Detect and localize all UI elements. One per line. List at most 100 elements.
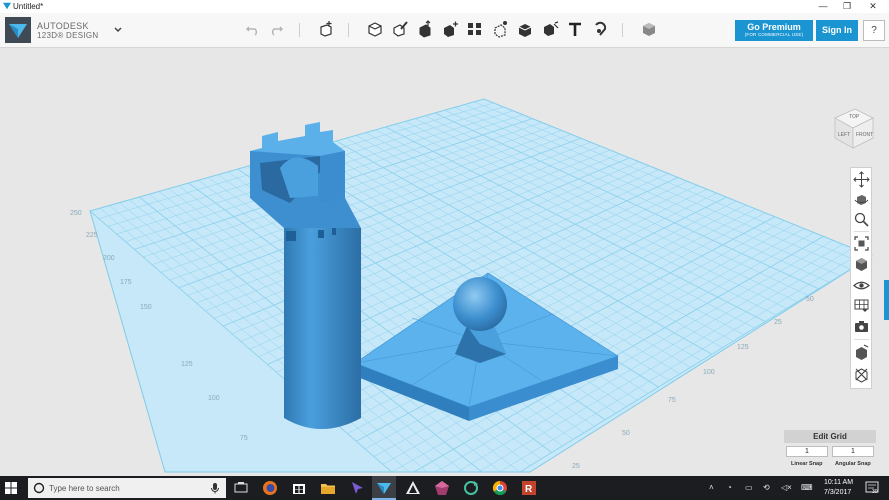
redo-button[interactable] [266, 19, 286, 41]
brand-name: AUTODESK [37, 21, 89, 31]
view-cube[interactable]: TOP LEFT FRONT [831, 106, 877, 152]
volume-icon[interactable]: ◁× [781, 483, 792, 492]
axis-label: 25 [774, 319, 782, 326]
gem-app-icon[interactable] [434, 480, 450, 496]
keyboard-icon[interactable]: ⌨ [801, 483, 813, 492]
undo-button[interactable] [243, 19, 263, 41]
edit-grid-panel: Edit Grid 1 1 Linear Snap Angular Snap [784, 430, 876, 472]
axis-label: 25 [572, 463, 580, 470]
visibility-button[interactable] [853, 277, 870, 294]
construct-button[interactable] [415, 19, 435, 41]
viewport-canvas[interactable]: 250 225 200 175 150 125 100 75 25 50 75 … [0, 48, 889, 476]
fit-icon [854, 236, 869, 251]
axis-label: 50 [622, 430, 630, 437]
firefox-icon[interactable] [262, 480, 278, 496]
modify-button[interactable] [440, 19, 460, 41]
settings-button[interactable] [853, 366, 870, 383]
cube-icon [368, 22, 382, 37]
measure-icon [544, 21, 559, 36]
nav-separator [854, 231, 869, 232]
clock-date[interactable]: 7/3/2017 [824, 489, 851, 496]
viewcube-top-label[interactable]: TOP [849, 114, 860, 120]
axis-label: 75 [668, 397, 676, 404]
axis-label: 125 [737, 344, 749, 351]
material-cube-icon [643, 23, 655, 36]
edit-grid-button[interactable]: Edit Grid [784, 430, 876, 443]
pattern-button[interactable] [465, 19, 485, 41]
store-icon[interactable] [291, 480, 307, 496]
sketch-button[interactable] [390, 19, 410, 41]
viewcube-left-label[interactable]: LEFT [838, 132, 850, 138]
app-logo-icon[interactable] [5, 17, 31, 43]
search-placeholder: Type here to search [49, 484, 120, 493]
axis-label: 100 [208, 395, 220, 402]
pattern-icon [468, 23, 481, 35]
combine-button[interactable] [515, 19, 535, 41]
battery-icon[interactable]: ▭ [745, 483, 753, 492]
microphone-icon[interactable] [210, 482, 220, 494]
text-button[interactable] [565, 19, 585, 41]
close-button[interactable]: ✕ [862, 0, 884, 13]
taskbar-search[interactable]: Type here to search [28, 478, 226, 498]
view-mode-button[interactable] [853, 256, 870, 273]
go-premium-button[interactable]: Go Premium (FOR COMMERCIAL USE) [735, 20, 813, 41]
revit-icon[interactable]: R [521, 480, 537, 496]
axis-label: 150 [140, 304, 152, 311]
inkscape-icon[interactable] [405, 480, 421, 496]
axis-label: 200 [103, 255, 115, 262]
chrome-icon[interactable] [492, 480, 508, 496]
fit-button[interactable] [853, 235, 870, 252]
add-primitive-button[interactable] [316, 19, 336, 41]
undo-icon [246, 26, 257, 36]
notification-center-button[interactable]: 30 [865, 481, 879, 495]
modify-icon [444, 21, 458, 37]
axis-label: 100 [703, 369, 715, 376]
window-title: Untitled* [13, 2, 44, 11]
task-view-icon[interactable] [233, 480, 249, 496]
axis-label: 175 [120, 279, 132, 286]
refresh-app-icon[interactable] [463, 480, 479, 496]
pencil-icon [393, 21, 408, 37]
taskbar: Type here to search R ˄ ◔ ▭ ⟲ ◁× ⌨ 10:11… [0, 476, 889, 500]
toolbar-separator [348, 23, 349, 37]
cursor-app-icon[interactable] [349, 480, 365, 496]
linear-snap-input[interactable]: 1 [786, 446, 828, 457]
123d-design-taskbar-icon[interactable] [376, 480, 392, 496]
windows-start-icon[interactable] [5, 482, 17, 494]
grid-toggle-button[interactable] [853, 297, 870, 314]
screenshot-button[interactable] [853, 318, 870, 335]
file-explorer-icon[interactable] [320, 480, 336, 496]
material-nav-button[interactable] [853, 344, 870, 361]
sync-icon[interactable]: ⟲ [763, 483, 770, 492]
tray-chevron-icon[interactable]: ˄ [709, 483, 714, 492]
snap-button[interactable] [590, 19, 610, 41]
maximize-button[interactable]: ❐ [836, 0, 858, 13]
chevron-down-icon[interactable] [113, 25, 123, 35]
text-icon [569, 22, 581, 36]
help-button[interactable]: ? [863, 20, 885, 41]
measure-button[interactable] [540, 19, 560, 41]
add-box-icon [320, 21, 332, 37]
primitives-button[interactable] [365, 19, 385, 41]
app-toolbar: AUTODESK 123D® DESIGN Go Premium (FOR CO… [0, 13, 889, 48]
material-button[interactable] [639, 19, 659, 41]
pan-icon [853, 171, 870, 188]
sign-in-button[interactable]: Sign In [816, 20, 858, 41]
premium-label: Go Premium [747, 22, 801, 32]
notification-count: 30 [872, 489, 878, 495]
zoom-button[interactable] [853, 211, 870, 228]
viewcube-front-label[interactable]: FRONT [856, 132, 873, 138]
pan-button[interactable] [853, 171, 870, 188]
clock-time[interactable]: 10:11 AM [824, 479, 853, 486]
orbit-button[interactable] [853, 191, 870, 208]
angular-snap-label: Angular Snap [835, 461, 871, 467]
nav-separator [854, 339, 869, 340]
grouping-button[interactable] [490, 19, 510, 41]
navigation-bar [850, 167, 872, 389]
minimize-button[interactable]: — [812, 0, 834, 13]
axis-label: 225 [86, 232, 98, 239]
side-panel-tab[interactable] [884, 280, 889, 320]
network-icon[interactable]: ◔ [727, 483, 732, 492]
angular-snap-input[interactable]: 1 [832, 446, 874, 457]
group-icon [494, 21, 507, 38]
